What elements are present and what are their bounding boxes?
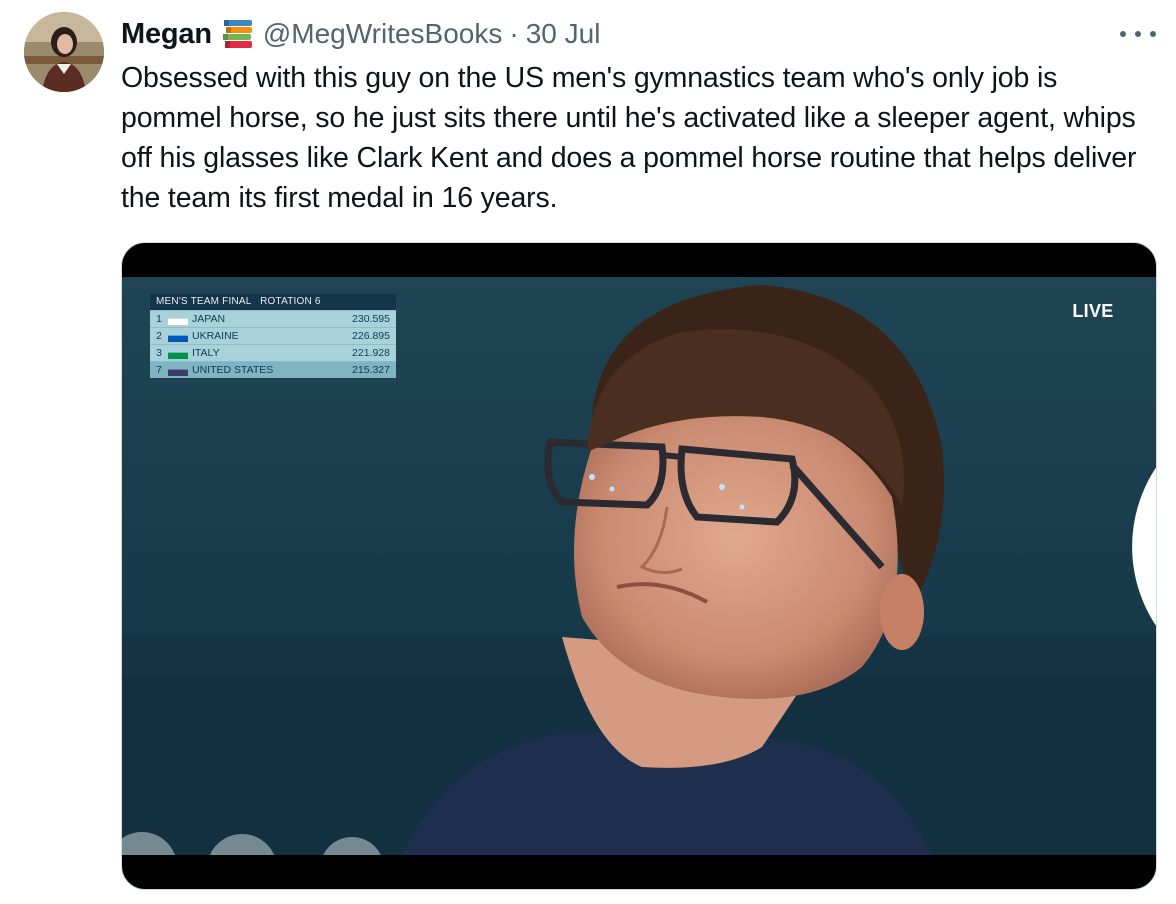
row-rank: 2 bbox=[156, 330, 162, 342]
scoreboard-row: 1 JAPAN 230.595 bbox=[150, 310, 396, 327]
author-avatar[interactable] bbox=[24, 12, 104, 92]
more-dot bbox=[1120, 31, 1126, 37]
avatar-photo bbox=[24, 12, 104, 92]
more-options-icon[interactable] bbox=[1120, 20, 1156, 48]
author-handle[interactable]: @MegWritesBooks bbox=[263, 18, 503, 50]
more-dot bbox=[1135, 31, 1141, 37]
row-score: 230.595 bbox=[352, 313, 390, 325]
row-rank: 7 bbox=[156, 364, 162, 376]
tweet-date[interactable]: 30 Jul bbox=[526, 18, 601, 50]
japan-flag-icon bbox=[168, 314, 188, 325]
scoreboard-row: 7 UNITED STATES 215.327 bbox=[150, 361, 396, 378]
more-dot bbox=[1150, 31, 1156, 37]
tweet-header: Megan @MegWritesBooks · 30 Jul bbox=[121, 14, 600, 54]
row-team: UKRAINE bbox=[192, 330, 239, 342]
scoreboard-row: 3 ITALY 221.928 bbox=[150, 344, 396, 361]
row-score: 221.928 bbox=[352, 347, 390, 359]
scoreboard-row: 2 UKRAINE 226.895 bbox=[150, 327, 396, 344]
tweet-text: Obsessed with this guy on the US men's g… bbox=[121, 62, 1137, 214]
row-score: 226.895 bbox=[352, 330, 390, 342]
books-icon bbox=[221, 17, 255, 51]
row-team: ITALY bbox=[192, 347, 220, 359]
row-rank: 3 bbox=[156, 347, 162, 359]
tweet: Megan @MegWritesBooks · 30 Jul Obsessed … bbox=[0, 0, 1176, 904]
row-rank: 1 bbox=[156, 313, 162, 325]
broadcaster-bug: LIVE bbox=[1068, 299, 1156, 626]
scoreboard-event: MEN'S TEAM FINAL bbox=[156, 296, 252, 307]
olympic-rings-icon bbox=[1132, 467, 1156, 626]
author-name[interactable]: Megan bbox=[121, 18, 212, 51]
scoreboard: MEN'S TEAM FINAL ROTATION 6 1 JAPAN 230.… bbox=[150, 294, 396, 378]
scoreboard-title: MEN'S TEAM FINAL ROTATION 6 bbox=[150, 294, 396, 310]
row-team: UNITED STATES bbox=[192, 364, 274, 376]
separator-dot: · bbox=[509, 18, 519, 49]
scoreboard-rotation: ROTATION 6 bbox=[260, 296, 321, 307]
tweet-media[interactable]: MEN'S TEAM FINAL ROTATION 6 1 JAPAN 230.… bbox=[121, 242, 1157, 890]
broadcast-frame: MEN'S TEAM FINAL ROTATION 6 1 JAPAN 230.… bbox=[122, 277, 1156, 855]
row-team: JAPAN bbox=[192, 313, 226, 325]
italy-flag-icon bbox=[168, 348, 188, 359]
row-score: 215.327 bbox=[352, 364, 390, 376]
usa-flag-icon bbox=[168, 365, 188, 376]
ukraine-flag-icon bbox=[168, 331, 188, 342]
